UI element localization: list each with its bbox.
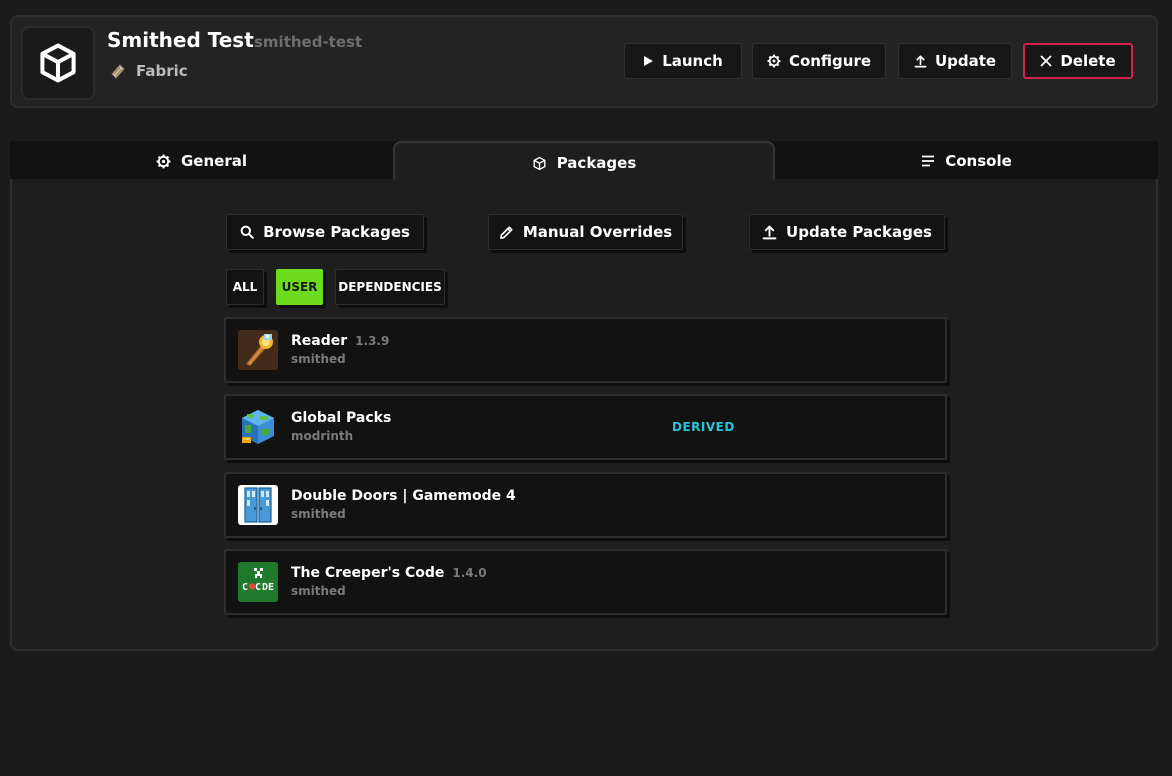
tab-packages-label: Packages (556, 154, 637, 172)
double-door-icon (238, 485, 278, 525)
manual-overrides-button[interactable]: Manual Overrides (488, 214, 683, 250)
launch-label: Launch (662, 52, 723, 70)
creeper-code-icon: C C DE (238, 562, 278, 602)
package-version: 1.3.9 (355, 334, 390, 348)
svg-text:C: C (242, 582, 248, 593)
filter-dependencies-label: DEPENDENCIES (338, 280, 442, 294)
package-row[interactable]: Double Doors | Gamemode 4 smithed (224, 472, 947, 538)
packages-panel: Browse Packages Manual Overrides Update … (10, 179, 1158, 651)
package-source: modrinth (291, 429, 354, 443)
filter-all[interactable]: ALL (226, 269, 264, 305)
tab-general[interactable]: General (10, 141, 393, 181)
delete-button[interactable]: Delete (1023, 43, 1133, 79)
fabric-icon (111, 64, 125, 79)
package-version: 1.4.0 (452, 566, 487, 580)
filter-user[interactable]: USER (276, 269, 323, 305)
package-name: Reader (291, 333, 348, 349)
launch-button[interactable]: Launch (624, 43, 742, 79)
instance-header: Smithed Test smithed-test Fabric Launch … (10, 15, 1158, 108)
package-title: The Creeper's Code 1.4.0 (291, 565, 487, 581)
tab-bar: General Packages Console (10, 141, 1158, 183)
torch-icon (238, 330, 278, 370)
upload-icon (762, 225, 777, 239)
globe-block-icon (238, 407, 278, 447)
package-source: smithed (291, 584, 346, 598)
package-name: The Creeper's Code (291, 565, 445, 581)
tab-general-label: General (181, 152, 247, 170)
loader-info: Fabric (109, 62, 188, 80)
tab-console-label: Console (945, 152, 1012, 170)
instance-logo (21, 26, 95, 100)
manual-overrides-label: Manual Overrides (522, 223, 673, 241)
svg-text:DE: DE (262, 582, 274, 593)
package-icon (533, 156, 546, 170)
cube-icon (40, 43, 76, 83)
instance-slug: smithed-test (254, 33, 363, 51)
loader-label: Fabric (136, 62, 188, 80)
tab-packages[interactable]: Packages (393, 141, 775, 183)
filter-dependencies[interactable]: DEPENDENCIES (335, 269, 445, 305)
search-icon (240, 225, 254, 239)
browse-packages-button[interactable]: Browse Packages (226, 214, 424, 250)
package-name: Global Packs (291, 410, 392, 426)
package-title: Global Packs (291, 410, 391, 426)
gear-icon (767, 54, 781, 68)
update-label: Update (934, 52, 997, 70)
package-source: smithed (291, 352, 346, 366)
configure-button[interactable]: Configure (752, 43, 886, 79)
update-packages-button[interactable]: Update Packages (749, 214, 945, 250)
tab-console[interactable]: Console (775, 141, 1158, 181)
package-row[interactable]: Reader 1.3.9 smithed (224, 317, 947, 383)
update-packages-label: Update Packages (786, 223, 932, 241)
update-button[interactable]: Update (898, 43, 1012, 79)
menu-lines-icon (922, 155, 935, 167)
gear-icon (156, 154, 171, 168)
close-icon (1040, 55, 1052, 67)
package-title: Reader 1.3.9 (291, 333, 389, 349)
filter-user-label: USER (281, 280, 318, 294)
package-title: Double Doors | Gamemode 4 (291, 488, 516, 504)
instance-title: Smithed Test (107, 28, 254, 52)
upload-icon (914, 55, 927, 67)
play-icon (644, 56, 654, 66)
derived-badge: DERIVED (672, 420, 735, 434)
package-row[interactable]: Global Packs modrinth DERIVED (224, 394, 947, 460)
filter-all-label: ALL (232, 280, 258, 294)
package-row[interactable]: C C DE The Creeper's Code 1.4.0 smithed (224, 549, 947, 615)
pencil-icon (499, 225, 513, 239)
package-name: Double Doors | Gamemode 4 (291, 488, 516, 504)
delete-label: Delete (1060, 52, 1116, 70)
browse-packages-label: Browse Packages (263, 223, 410, 241)
package-source: smithed (291, 507, 346, 521)
configure-label: Configure (788, 52, 872, 70)
svg-text:C: C (255, 582, 261, 593)
